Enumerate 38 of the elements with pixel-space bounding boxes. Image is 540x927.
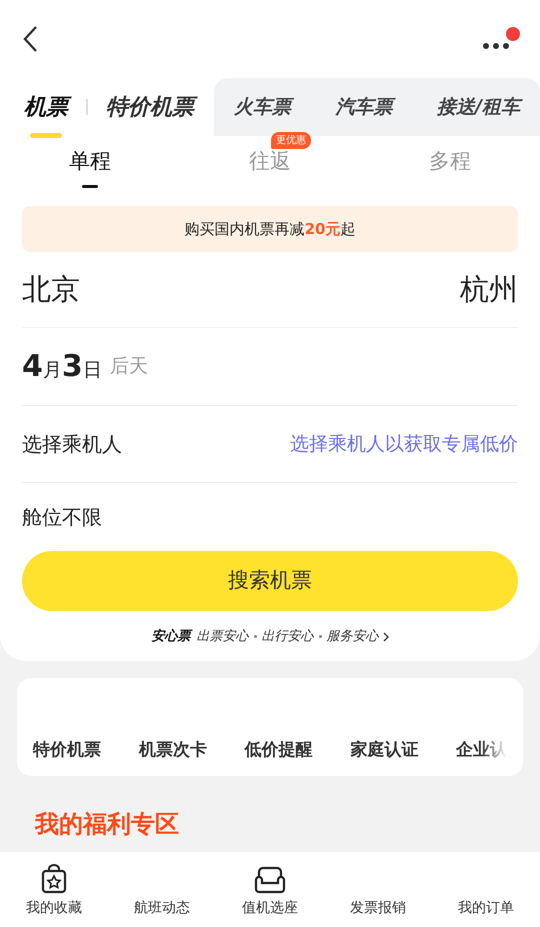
passenger-label: 选择乘机人 <box>22 431 122 458</box>
assurance-brand: 安心票 <box>152 627 190 646</box>
assurance-item: 出行安心 <box>262 628 314 646</box>
sofa-icon <box>254 866 286 894</box>
more-button[interactable] <box>482 27 520 51</box>
nav-label: 我的收藏 <box>26 899 82 918</box>
quick-link[interactable]: 低价提醒 <box>244 738 312 764</box>
quick-link[interactable]: 家庭认证 <box>350 738 418 764</box>
quick-link[interactable]: 特价机票 <box>33 738 101 764</box>
quick-link[interactable]: 企业认 <box>456 738 507 764</box>
section-title: 我的福利专区 <box>35 808 180 840</box>
promo-text: 购买国内机票再减20元起 <box>184 218 356 240</box>
assurance-item: 出票安心 <box>196 628 248 646</box>
nav-item[interactable]: 值机选座 <box>216 866 324 919</box>
back-button[interactable] <box>22 25 38 53</box>
back-icon <box>22 25 38 53</box>
quick-link[interactable]: 机票次卡 <box>138 738 207 764</box>
discount-badge: 更优惠 <box>271 132 311 150</box>
departure-city[interactable]: 北京 <box>22 268 80 312</box>
more-icon <box>482 41 512 51</box>
date-note: 后天 <box>110 354 148 380</box>
nav-label: 我的订单 <box>458 899 514 918</box>
nav-item[interactable]: 发票报销 <box>324 866 432 919</box>
nav-label: 发票报销 <box>350 899 406 918</box>
passenger-link[interactable]: 选择乘机人以获取专属低价 <box>290 430 518 458</box>
cabin-class[interactable]: 舱位不限 <box>22 502 102 532</box>
chevron-icon[interactable] <box>382 632 388 642</box>
departure-date[interactable]: 4月 3 日 <box>22 344 102 389</box>
bag-icon <box>40 864 68 894</box>
assurance-item: 服务安心 <box>326 628 378 646</box>
nav-label: 值机选座 <box>242 899 298 918</box>
nav-label: 航班动态 <box>134 899 190 918</box>
nav-item[interactable]: 我的订单 <box>432 866 540 919</box>
arrival-city[interactable]: 杭州 <box>460 268 518 312</box>
nav-item[interactable]: 我的收藏 <box>0 864 108 919</box>
trip-type-tab[interactable]: 单程 <box>69 146 111 188</box>
nav-item[interactable]: 航班动态 <box>108 866 216 919</box>
search-button[interactable]: 搜索机票 <box>22 551 518 611</box>
